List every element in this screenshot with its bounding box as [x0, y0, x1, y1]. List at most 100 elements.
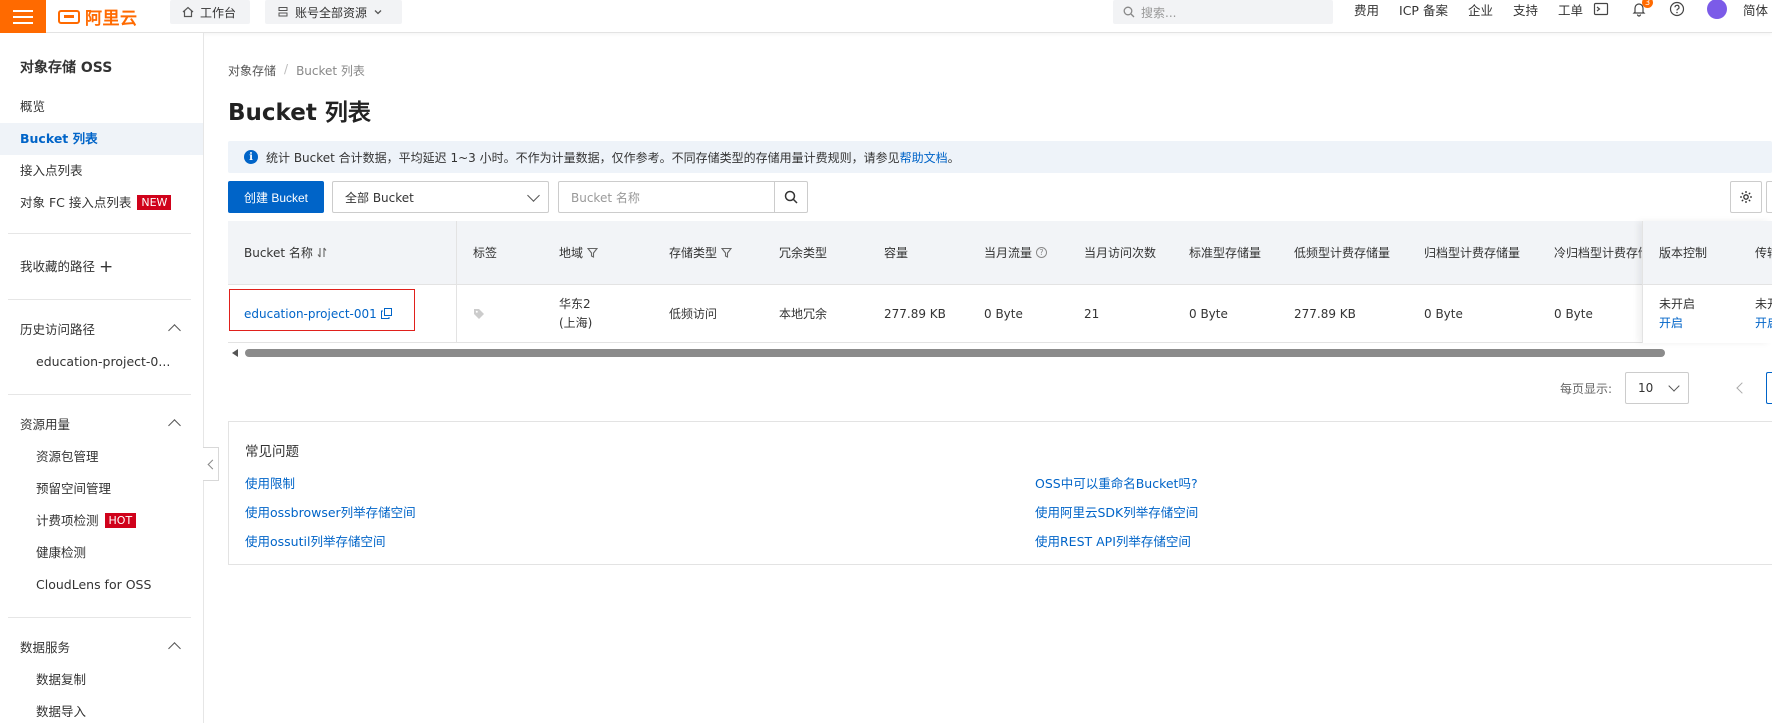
create-bucket-button[interactable]: 创建 Bucket: [228, 181, 324, 213]
sidebar-item-label: 健康检测: [36, 545, 87, 560]
chevron-down-icon: [1668, 380, 1680, 392]
column-header-ia-storage: 低频型计费存储量: [1294, 221, 1390, 284]
user-avatar[interactable]: [1707, 0, 1727, 19]
monthly-traffic-cell: 0 Byte: [984, 306, 1023, 321]
sidebar-item-resource-packages[interactable]: 资源包管理: [0, 441, 203, 473]
sidebar-item-label: Bucket 列表: [20, 131, 98, 146]
workbench-button[interactable]: 工作台: [170, 0, 250, 24]
sidebar-usage-group[interactable]: 资源用量: [0, 409, 203, 441]
sidebar-item-label: CloudLens for OSS: [36, 577, 152, 592]
faq-link-rest-api[interactable]: 使用REST API列举存储空间: [1035, 531, 1191, 550]
sidebar-divider: [8, 299, 191, 300]
favorites-label: 我收藏的路径: [20, 259, 96, 274]
sidebar-item-cloudlens[interactable]: CloudLens for OSS: [0, 569, 203, 601]
add-favorite-icon[interactable]: +: [99, 251, 113, 283]
column-header-storage-class: 存储类型: [669, 221, 733, 284]
bucket-filter-select[interactable]: 全部 Bucket: [332, 181, 549, 213]
column-header-label: 容量: [884, 246, 909, 260]
faq-link-ossutil[interactable]: 使用ossutil列举存储空间: [245, 531, 385, 550]
help-icon[interactable]: [1669, 1, 1685, 17]
sidebar-favorites[interactable]: 我收藏的路径 +: [0, 251, 203, 283]
scrollbar-thumb[interactable]: [245, 349, 1665, 357]
highlight-box: [229, 289, 415, 331]
tag-icon[interactable]: [473, 308, 485, 320]
top-link-icp[interactable]: ICP 备案: [1399, 0, 1448, 19]
sidebar-item-bucket-list[interactable]: Bucket 列表: [0, 123, 203, 155]
help-icon[interactable]: ?: [1036, 247, 1048, 258]
current-page-button[interactable]: [1766, 372, 1772, 404]
workbench-label: 工作台: [200, 5, 237, 20]
fixed-right-row: 未开启 开启 未开 开启: [1643, 285, 1772, 343]
global-search-input[interactable]: 搜索...: [1113, 0, 1333, 24]
standard-storage-cell: 0 Byte: [1189, 306, 1228, 321]
top-link-billing[interactable]: 费用: [1354, 0, 1379, 19]
top-link-ticket[interactable]: 工单: [1558, 0, 1583, 19]
page-size-label: 每页显示:: [1560, 381, 1613, 396]
sidebar-item-label: 概览: [20, 99, 46, 114]
column-header-region: 地域: [559, 221, 599, 284]
filter-icon[interactable]: [721, 247, 733, 258]
chevron-up-icon: [168, 642, 181, 655]
column-header-transfer: 传输: [1755, 246, 1772, 260]
top-link-enterprise[interactable]: 企业: [1468, 0, 1493, 19]
region-cell: 华东2 (上海): [559, 285, 592, 342]
column-header-label: 冷归档型计费存储: [1554, 246, 1642, 260]
breadcrumb-oss[interactable]: 对象存储: [228, 62, 276, 79]
help-doc-link[interactable]: 帮助文档: [900, 149, 948, 166]
page-size-select[interactable]: 10: [1625, 372, 1689, 404]
bucket-table: Bucket 名称 标签 地域 存储类型 冗余类型 容量 当月流量 ? 当月访问…: [228, 221, 1772, 343]
enable-versioning-link[interactable]: 开启: [1659, 314, 1683, 333]
sidebar-data-service-group[interactable]: 数据服务: [0, 632, 203, 664]
enable-transfer-link[interactable]: 开启: [1755, 314, 1772, 333]
sidebar-item-health-check[interactable]: 健康检测: [0, 537, 203, 569]
data-service-label: 数据服务: [20, 640, 71, 655]
storage-class-cell: 低频访问: [669, 307, 718, 321]
table-settings-button[interactable]: [1730, 181, 1762, 213]
refresh-button[interactable]: [1766, 181, 1772, 213]
horizontal-scrollbar[interactable]: [228, 348, 1772, 358]
column-header-label: 冗余类型: [779, 246, 828, 260]
column-header-tags: 标签: [473, 221, 497, 284]
sidebar-item-data-import[interactable]: 数据导入: [0, 696, 203, 723]
prev-page-icon[interactable]: [1736, 382, 1748, 394]
fixed-right-header: 版本控制 传输: [1643, 221, 1772, 285]
sidebar-item-access-points[interactable]: 接入点列表: [0, 155, 203, 187]
bucket-search-input[interactable]: Bucket 名称: [558, 181, 808, 213]
faq-link-limits[interactable]: 使用限制: [245, 473, 295, 492]
sidebar-history-group[interactable]: 历史访问路径: [0, 314, 203, 346]
sidebar-history-item[interactable]: education-project-0...: [0, 346, 203, 378]
sidebar-item-label: 资源包管理: [36, 449, 99, 464]
faq-link-sdk[interactable]: 使用阿里云SDK列举存储空间: [1035, 502, 1198, 521]
aliyun-logo-icon: [58, 9, 80, 24]
column-header-label: 地域: [559, 246, 584, 260]
account-resources-dropdown[interactable]: 账号全部资源: [265, 0, 402, 24]
sidebar-item-fc-access-points[interactable]: 对象 FC 接入点列表 NEW: [0, 187, 203, 219]
filter-icon[interactable]: [587, 247, 599, 258]
column-header-archive-storage: 归档型计费存储量: [1424, 221, 1520, 284]
scroll-left-icon[interactable]: [232, 349, 238, 357]
hamburger-menu-button[interactable]: [0, 0, 46, 33]
language-switch[interactable]: 简体: [1743, 0, 1768, 19]
faq-link-ossbrowser[interactable]: 使用ossbrowser列举存储空间: [245, 502, 416, 521]
sidebar-item-billing-check[interactable]: 计费项检测 HOT: [0, 505, 203, 537]
chevron-up-icon: [168, 419, 181, 432]
sidebar-item-reserved-space[interactable]: 预留空间管理: [0, 473, 203, 505]
faq-link-rename[interactable]: OSS中可以重命名Bucket吗?: [1035, 473, 1198, 492]
sidebar-title: 对象存储 OSS: [20, 60, 113, 76]
sidebar-collapse-button[interactable]: [203, 447, 219, 481]
usage-label: 资源用量: [20, 417, 71, 432]
chevron-down-icon: [374, 10, 382, 15]
search-icon: [784, 190, 798, 204]
home-icon: [182, 6, 194, 18]
column-header-cold-archive: 冷归档型计费存储: [1554, 221, 1642, 284]
sidebar-item-data-replication[interactable]: 数据复制: [0, 664, 203, 696]
ia-storage-cell: 277.89 KB: [1294, 306, 1356, 321]
redundancy-cell: 本地冗余: [779, 307, 828, 321]
sidebar-item-overview[interactable]: 概览: [0, 91, 203, 123]
bell-icon[interactable]: 3: [1631, 0, 1653, 17]
aliyun-logo[interactable]: 阿里云: [58, 0, 138, 33]
cloud-shell-icon[interactable]: [1593, 1, 1609, 17]
top-link-support[interactable]: 支持: [1513, 0, 1538, 19]
bucket-search-button[interactable]: [774, 182, 807, 212]
notice-text: 统计 Bucket 合计数据，平均延迟 1~3 小时。不作为计量数据，仅作参考。…: [266, 150, 900, 165]
